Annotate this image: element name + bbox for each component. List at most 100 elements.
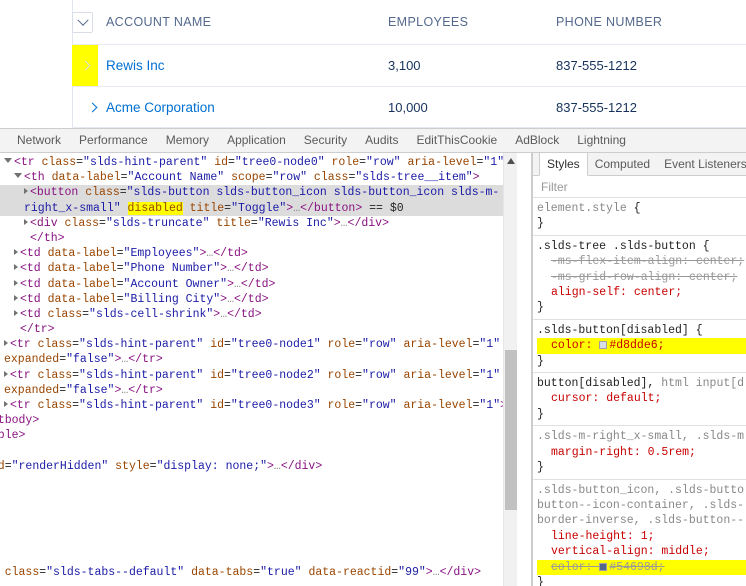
triangle-down-icon[interactable] [4, 158, 12, 163]
dom-line[interactable]: t" class="slds-tabs--default" data-tabs=… [0, 565, 517, 580]
select-all-dropdown[interactable] [72, 12, 93, 33]
code-token-tag: table [0, 429, 19, 443]
dom-line[interactable]: <tr class="slds-hint-parent" id="tree0-n… [0, 337, 517, 367]
dom-line[interactable]: <td data-label="Employees">…</td> [0, 246, 517, 261]
dom-line[interactable]: <tr class="slds-hint-parent" id="tree0-n… [0, 155, 517, 170]
dom-line[interactable]: </tr> [0, 322, 517, 337]
styles-tab-styles[interactable]: Styles [539, 153, 588, 176]
scrollbar-thumb[interactable] [505, 350, 517, 510]
column-header-account-name[interactable]: ACCOUNT NAME [106, 0, 211, 44]
css-selector[interactable]: button[disabled], html input[d { [537, 376, 746, 391]
styles-filter-placeholder: Filter [541, 179, 568, 194]
color-swatch[interactable] [599, 562, 608, 571]
css-rule[interactable]: .slds-tree .slds-button {-ms-flex-item-a… [533, 236, 746, 320]
css-declaration[interactable]: margin-right: 0.5rem; [537, 445, 746, 460]
css-declaration[interactable]: -ms-grid-row-align: center; [537, 270, 746, 285]
triangle-right-icon[interactable] [4, 370, 8, 377]
styles-tab-event-listeners[interactable]: Event Listeners [657, 153, 746, 175]
dom-line[interactable]: table> [0, 428, 517, 443]
scroll-up-arrow-icon[interactable] [507, 158, 515, 164]
dom-line-selected[interactable]: <button class="slds-button slds-button_i… [0, 185, 517, 216]
css-selector[interactable]: .slds-m-right_x-small, .slds-m { [537, 429, 746, 444]
devtools-tab-security[interactable]: Security [295, 129, 356, 152]
row-toggle-button[interactable] [82, 87, 102, 127]
code-token-val: "slds-cell-shrink" [89, 307, 214, 321]
css-declaration[interactable]: color: #54698d; [537, 559, 746, 575]
account-name-link[interactable]: Acme Corporation [106, 100, 215, 115]
dom-line[interactable]: <div class="slds-truncate" title="Rewis … [0, 216, 517, 231]
css-selector[interactable]: .slds-button_icon, .slds-butto button--i… [537, 483, 746, 529]
color-swatch[interactable] [599, 341, 608, 350]
dom-line[interactable]: > [0, 474, 517, 489]
code-token-punc: < [20, 292, 27, 306]
triangle-right-icon[interactable] [14, 294, 18, 301]
devtools-tab-lightning[interactable]: Lightning [568, 129, 635, 152]
dom-vertical-scrollbar[interactable] [503, 153, 517, 586]
css-selector[interactable]: element.style { [537, 201, 746, 216]
css-declaration[interactable]: color: #d8dde6; [537, 338, 746, 354]
css-rule[interactable]: .slds-button[disabled] {color: #d8dde6;} [533, 320, 746, 374]
triangle-right-icon[interactable] [14, 264, 18, 271]
devtools-tab-memory[interactable]: Memory [157, 129, 218, 152]
css-rule[interactable]: .slds-m-right_x-small, .slds-m {margin-r… [533, 426, 746, 480]
css-declaration[interactable]: vertical-align: middle; [537, 544, 746, 559]
dom-line[interactable]: <tr class="slds-hint-parent" id="tree0-n… [0, 368, 517, 398]
dom-line[interactable]: </th> [0, 231, 517, 246]
css-declaration[interactable]: cursor: default; [537, 391, 746, 406]
styles-tab-computed[interactable]: Computed [588, 153, 657, 175]
triangle-right-icon[interactable] [4, 401, 8, 408]
devtools-tab-adblock[interactable]: AdBlock [506, 129, 568, 152]
triangle-right-icon[interactable] [14, 249, 18, 256]
triangle-down-icon[interactable] [14, 173, 22, 179]
column-header-employees[interactable]: EMPLOYEES [388, 0, 468, 44]
css-selector[interactable]: .slds-button[disabled] { [537, 323, 746, 338]
account-name-link[interactable]: Rewis Inc [106, 58, 165, 73]
dom-line[interactable]: v> [0, 444, 517, 459]
code-token-txt: = [116, 277, 124, 291]
code-token-attr: data-reactid [308, 566, 392, 580]
triangle-right-icon[interactable] [24, 218, 28, 225]
chevron-right-icon [80, 60, 90, 71]
devtools-tab-editthiscookie[interactable]: EditThisCookie [408, 129, 507, 152]
css-rule[interactable]: .slds-button_icon, .slds-butto button--i… [533, 480, 746, 586]
css-rule[interactable]: element.style {} [533, 198, 746, 236]
css-rule[interactable]: button[disabled], html input[d {cursor: … [533, 373, 746, 427]
code-token-attr: class [313, 171, 349, 185]
triangle-right-icon[interactable] [14, 309, 18, 316]
devtools-tab-audits[interactable]: Audits [356, 129, 407, 152]
row-toggle-button[interactable] [72, 45, 98, 86]
devtools-tab-application[interactable]: Application [218, 129, 295, 152]
devtools-tab-network[interactable]: Network [8, 129, 70, 152]
code-token-attr: class [64, 216, 100, 230]
triangle-right-icon[interactable] [14, 279, 18, 286]
css-declaration[interactable]: -ms-flex-item-align: center; [537, 254, 746, 269]
code-token-tag: td [254, 277, 269, 291]
code-token-attr: aria-level [403, 399, 473, 413]
dom-line[interactable]: <tr class="slds-hint-parent" id="tree0-n… [0, 398, 517, 413]
dom-line[interactable]: <td data-label="Phone Number">…</td> [0, 261, 517, 276]
dom-line[interactable]: <td data-label="Account Owner">…</td> [0, 277, 517, 292]
table-row[interactable]: Rewis Inc 3,100 837-555-1212 [72, 45, 746, 87]
dom-line[interactable]: <td data-label="Billing City">…</td> [0, 292, 517, 307]
elements-dom-tree[interactable]: <tr class="slds-hint-parent" id="tree0-n… [0, 153, 531, 586]
dom-line[interactable]: </tbody> [0, 413, 517, 428]
dom-line[interactable]: <td class="slds-cell-shrink">…</td> [0, 307, 517, 322]
column-header-phone-number[interactable]: PHONE NUMBER [556, 0, 662, 44]
triangle-right-icon[interactable] [24, 188, 28, 195]
code-token-txt: = [99, 216, 106, 230]
dom-line[interactable]: id="renderHidden" style="display: none;"… [0, 459, 517, 474]
devtools-tab-performance[interactable]: Performance [70, 129, 157, 152]
css-declaration[interactable]: line-height: 1; [537, 529, 746, 544]
css-declaration[interactable]: align-self: center; [537, 285, 746, 300]
styles-filter-input[interactable]: Filter [533, 176, 746, 198]
dom-line[interactable]: <th data-label="Account Name" scope="row… [0, 170, 517, 185]
triangle-right-icon[interactable] [4, 340, 8, 347]
code-token-val: "slds-button slds-button_icon slds-butto… [126, 186, 500, 200]
code-token-txt: = [72, 368, 80, 382]
table-row[interactable]: Acme Corporation 10,000 837-555-1212 [72, 87, 746, 128]
css-selector[interactable]: .slds-tree .slds-button { [537, 239, 746, 254]
cell-phone-number: 837-555-1212 [556, 45, 637, 86]
code-token-txt: = [224, 399, 231, 413]
